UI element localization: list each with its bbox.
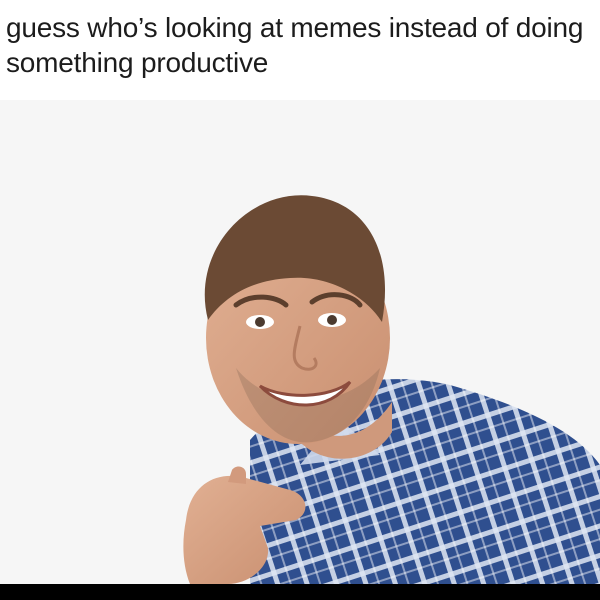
man-pointing-illustration [0, 100, 600, 584]
meme-card: guess who’s looking at memes instead of … [0, 0, 600, 584]
left-pupil [255, 317, 265, 327]
meme-caption: guess who’s looking at memes instead of … [6, 12, 584, 78]
right-pupil [327, 315, 337, 325]
meme-photo [0, 100, 600, 584]
bottom-bar [0, 584, 600, 600]
